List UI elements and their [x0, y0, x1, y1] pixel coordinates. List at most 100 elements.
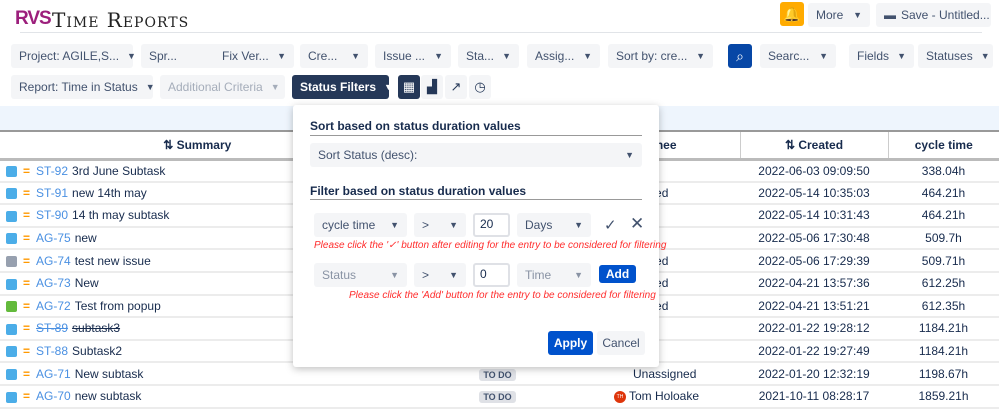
filter-heading: Filter based on status duration values: [310, 184, 527, 198]
created: 2022-01-22 19:27:49: [740, 339, 888, 364]
issue-key-link[interactable]: AG-72: [36, 299, 71, 313]
created: 2022-05-14 10:31:43: [740, 204, 888, 228]
issue-key-link[interactable]: ST-88: [36, 344, 68, 358]
filter-6[interactable]: Assig... ▼: [527, 44, 600, 68]
filter-7[interactable]: Sort by: cre... ▼: [608, 44, 713, 68]
filter-9[interactable]: Fields ▼: [849, 44, 914, 68]
status-filters-button[interactable]: Status Filters ▼: [292, 75, 393, 99]
filter-operator-select[interactable]: > ▼: [414, 213, 466, 237]
filter-10[interactable]: Statuses ▼: [918, 44, 993, 68]
additional-criteria-select[interactable]: Additional Criteria ▼: [160, 75, 285, 99]
chevron-down-icon: ▼: [502, 51, 511, 61]
filter-label: Statuses: [926, 49, 973, 63]
close-icon[interactable]: ✕: [630, 214, 644, 234]
filter-label: Project: AGILE,S...: [19, 49, 120, 63]
cycle-time: 612.35h: [888, 294, 999, 319]
issue-type-icon: [6, 346, 17, 358]
status-filters-label: Status Filters: [300, 80, 377, 94]
issue-key-link[interactable]: AG-74: [36, 254, 71, 268]
line-chart-icon[interactable]: ↗: [445, 75, 467, 99]
chevron-down-icon: ▼: [819, 51, 828, 61]
chevron-down-icon: ▼: [449, 220, 458, 230]
issue-summary: Test from popup: [74, 298, 161, 313]
notification-bell-icon[interactable]: 🔔: [780, 2, 804, 26]
filter-label: Cre...: [308, 49, 338, 63]
issue-key-link[interactable]: AG-73: [36, 276, 71, 290]
status-filters-popup: Sort based on status duration values Sor…: [293, 105, 666, 367]
status-lozenge: TO DO: [479, 391, 516, 404]
priority-medium-icon: =: [23, 208, 31, 223]
more-label: More: [816, 8, 844, 22]
cycle-time: 464.21h: [888, 181, 999, 206]
grid-view-icon[interactable]: ▦: [398, 75, 420, 99]
add-hint: Please click the 'Add' button for the en…: [349, 290, 656, 301]
issue-key-link[interactable]: ST-89: [36, 321, 68, 335]
search-icon: ⌕: [736, 48, 744, 64]
created: 2021-10-11 08:28:17: [740, 384, 888, 409]
issue-key-link[interactable]: AG-71: [36, 367, 71, 381]
created: 2022-01-20 12:32:19: [740, 362, 888, 386]
filter-label: Sta...: [466, 49, 495, 63]
filter-2[interactable]: Fix Ver... ▼: [214, 44, 294, 68]
filter-4[interactable]: Issue ... ▼: [375, 44, 451, 68]
issue-key-link[interactable]: AG-75: [36, 231, 71, 245]
chevron-down-icon: ▼: [277, 51, 286, 61]
apply-button[interactable]: Apply: [548, 331, 593, 355]
issue-summary: new 14th may: [72, 185, 147, 200]
new-unit-select[interactable]: Time ▼: [517, 263, 591, 287]
report-select[interactable]: Report: Time in Status ▼: [11, 75, 155, 99]
issue-type-icon: [6, 188, 17, 200]
issue-key-link[interactable]: AG-70: [36, 389, 71, 403]
table-row[interactable]: = AG-70 new subtask TO DO TH Tom Holoake 20…: [0, 384, 999, 409]
chevron-down-icon: ▼: [897, 51, 906, 61]
card-icon: ▬: [884, 8, 896, 22]
issue-key-link[interactable]: ST-90: [36, 208, 68, 222]
priority-medium-icon: =: [23, 253, 31, 268]
app-title: Time Reports: [52, 8, 190, 32]
issue-key-link[interactable]: ST-92: [36, 164, 68, 178]
cancel-button[interactable]: Cancel: [597, 331, 645, 355]
filter-label: Issue ...: [383, 49, 426, 63]
sort-status-select[interactable]: Sort Status (desc): ▼: [310, 143, 642, 167]
issue-key-link[interactable]: ST-91: [36, 186, 68, 200]
issue-summary: New: [74, 276, 99, 291]
assignee: Tom Holoake: [629, 389, 700, 404]
new-field-select[interactable]: Status ▼: [314, 263, 407, 287]
clock-icon[interactable]: ◷: [469, 75, 491, 99]
search-button[interactable]: ⌕: [728, 44, 752, 68]
filter-8[interactable]: Searc... ▼: [760, 44, 836, 68]
bar-chart-icon[interactable]: ▟: [421, 75, 443, 99]
col-created-label: Created: [798, 137, 844, 152]
new-value-input[interactable]: 0: [473, 263, 510, 287]
filter-3[interactable]: Cre... ▼: [300, 44, 368, 68]
col-created[interactable]: ⇅ Created: [739, 130, 888, 161]
issue-type-icon: [6, 323, 17, 335]
chevron-down-icon: ▼: [449, 270, 458, 280]
issue-summary: New subtask: [74, 366, 144, 381]
chevron-down-icon: ▼: [127, 51, 136, 61]
new-operator-select[interactable]: > ▼: [414, 263, 466, 287]
priority-medium-icon: =: [23, 298, 31, 313]
issue-type-icon: [6, 278, 17, 290]
cycle-time: 338.04h: [888, 159, 999, 183]
filter-label: Fix Ver...: [222, 49, 269, 63]
save-button[interactable]: ▬ Save - Untitled...: [876, 3, 991, 27]
filter-0[interactable]: Project: AGILE,S... ▼: [11, 44, 136, 68]
filter-field-select[interactable]: cycle time ▼: [314, 213, 407, 237]
check-icon[interactable]: ✓: [604, 216, 617, 234]
filter-5[interactable]: Sta... ▼: [458, 44, 519, 68]
chevron-down-icon: ▼: [384, 82, 393, 92]
priority-medium-icon: =: [23, 366, 31, 381]
chevron-down-icon: ▼: [390, 220, 399, 230]
filter-unit-select[interactable]: Days ▼: [517, 213, 591, 237]
add-button[interactable]: Add: [599, 265, 636, 283]
issue-summary: test new issue: [74, 253, 151, 268]
filter-label: Assig...: [535, 49, 575, 63]
more-button[interactable]: More ▼: [808, 3, 870, 27]
col-cycle-time[interactable]: cycle time: [887, 130, 999, 161]
sort-status-value: Sort Status (desc):: [318, 148, 418, 162]
filter-value-input[interactable]: 20: [473, 213, 510, 237]
filter-label: Spr...: [149, 49, 178, 63]
created: 2022-05-14 10:35:03: [740, 181, 888, 206]
confirm-hint: Please click the '✓' button after editin…: [314, 240, 667, 251]
